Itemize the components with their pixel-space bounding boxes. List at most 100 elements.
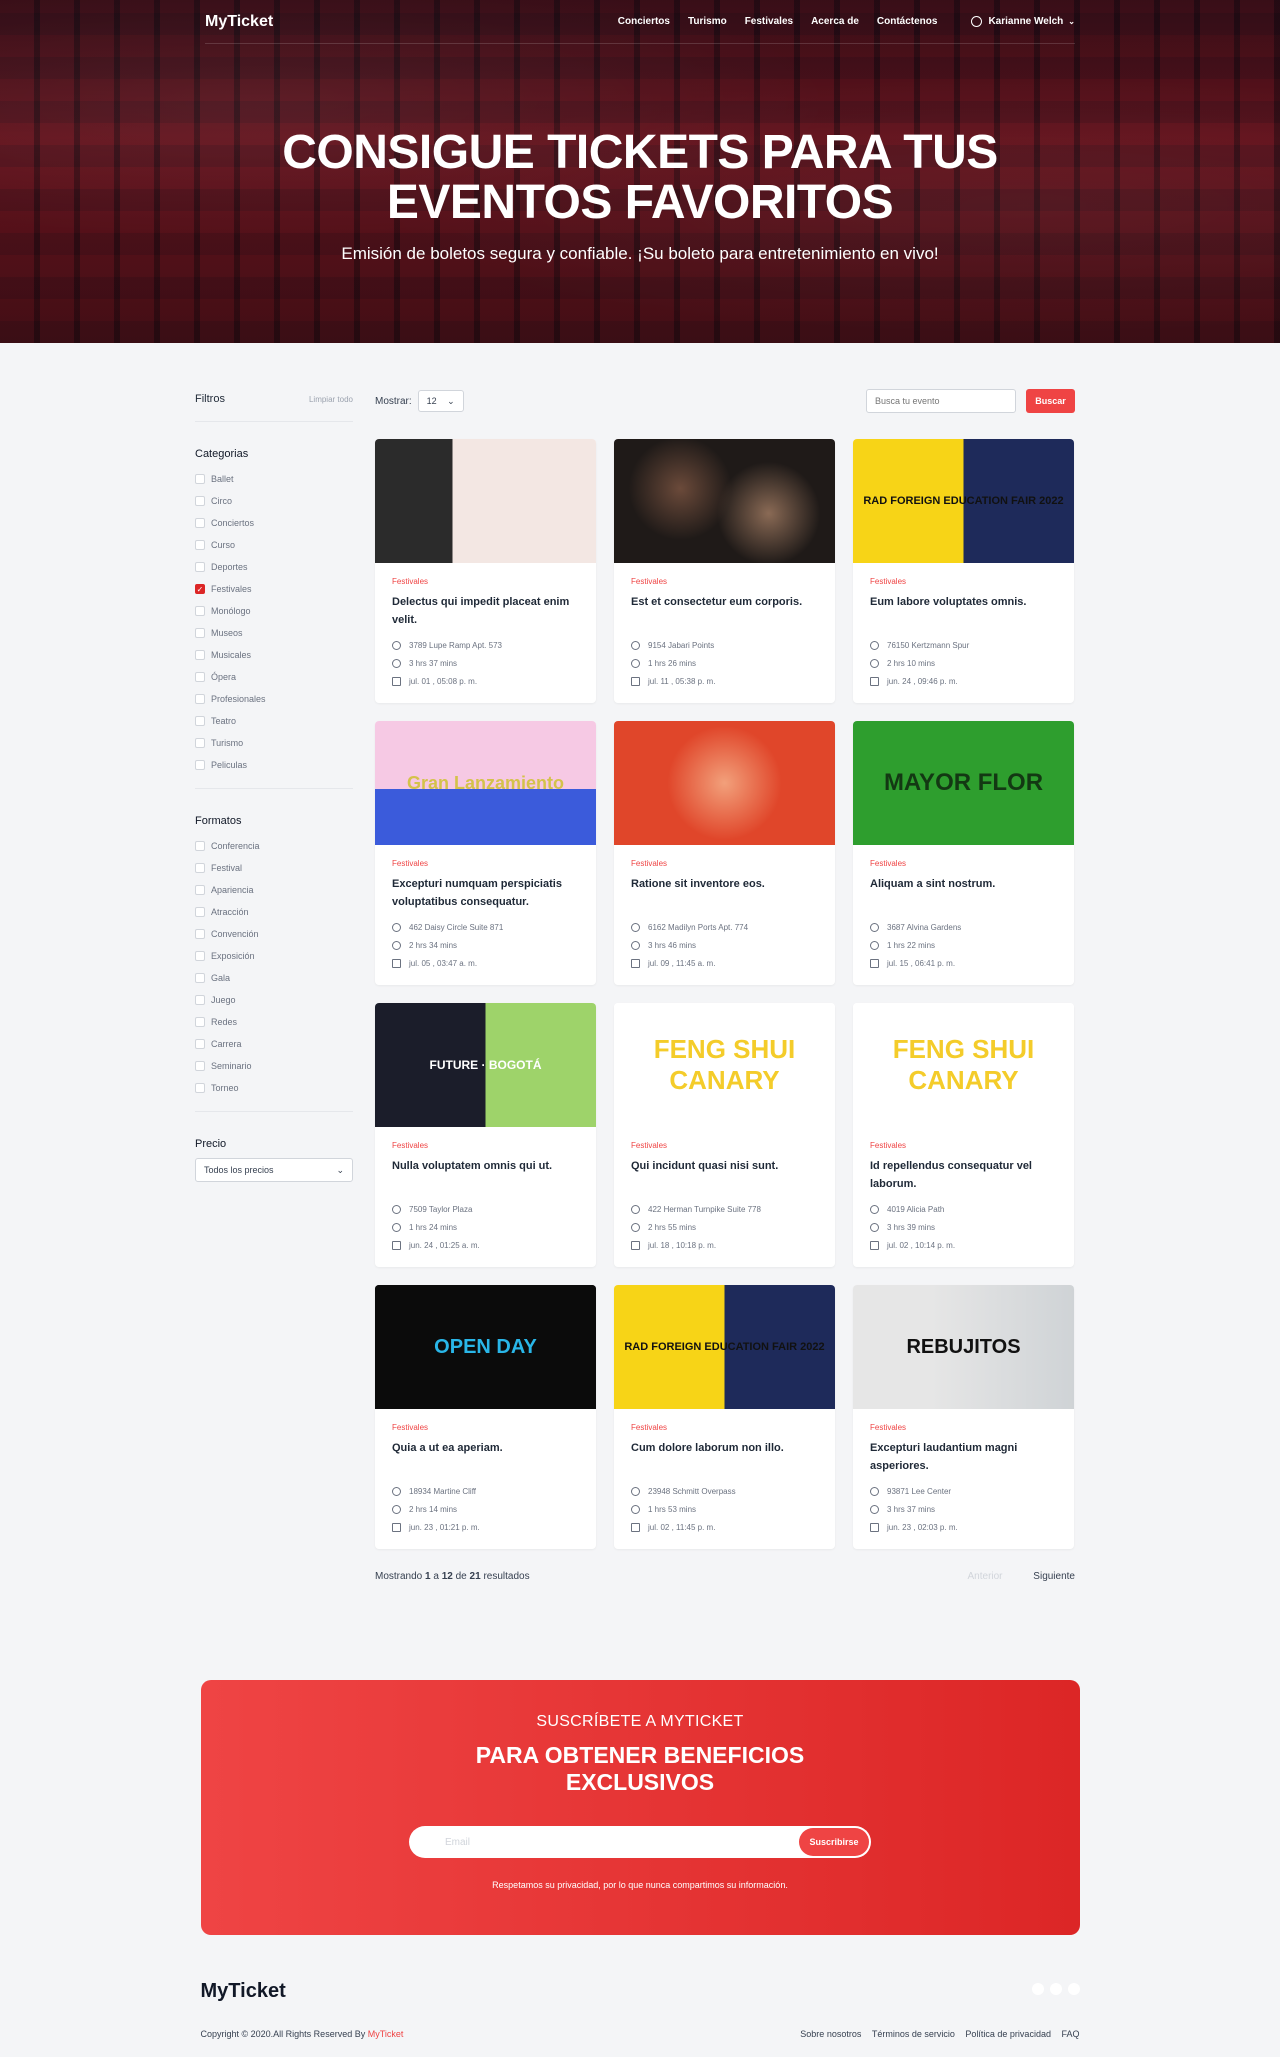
event-card[interactable]: RAD FOREIGN EDUCATION FAIR 2022 Festivale… [853, 439, 1074, 703]
event-title[interactable]: Cum dolore laborum non illo. [631, 1439, 818, 1477]
event-card[interactable]: RAD FOREIGN EDUCATION FAIR 2022 Festivale… [614, 1285, 835, 1549]
event-image[interactable]: Gran Lanzamiento [375, 721, 596, 845]
nav-link-acerca[interactable]: Acerca de [811, 16, 859, 27]
category-checkbox[interactable]: Circo [195, 490, 353, 512]
event-card[interactable]: Festivales Delectus qui impedit placeat e… [375, 439, 596, 703]
site-logo[interactable]: MyTicket [205, 13, 273, 31]
category-checkbox[interactable]: ✓ Festivales [195, 578, 353, 600]
event-title[interactable]: Aliquam a sint nostrum. [870, 875, 1057, 913]
category-checkbox[interactable]: Deportes [195, 556, 353, 578]
search-input[interactable] [866, 389, 1016, 413]
event-image[interactable]: FENG SHUI CANARY [614, 1003, 835, 1127]
event-title[interactable]: Nulla voluptatem omnis qui ut. [392, 1157, 579, 1195]
footer-logo[interactable]: MyTicket [201, 1980, 286, 2003]
event-card[interactable]: Festivales Ratione sit inventore eos. 6162… [614, 721, 835, 985]
subscribe-button[interactable]: Suscribirse [799, 1828, 869, 1856]
format-checkbox[interactable]: Convención [195, 923, 353, 945]
social-icon[interactable] [1049, 1983, 1062, 1995]
format-checkbox[interactable]: Atracción [195, 901, 353, 923]
social-icon[interactable] [1067, 1983, 1080, 1995]
event-image[interactable] [614, 721, 835, 845]
nav-link-festivales[interactable]: Festivales [745, 16, 793, 27]
event-duration: 1 hrs 22 mins [887, 940, 936, 950]
clock-icon [870, 658, 879, 668]
event-card[interactable]: REBUJITOS Festivales Excepturi laudantium … [853, 1285, 1074, 1549]
event-title[interactable]: Eum labore voluptates omnis. [870, 593, 1057, 631]
event-card[interactable]: FENG SHUI CANARY Festivales Id repellendus… [853, 1003, 1074, 1267]
show-count-select[interactable]: 12 ⌄ [417, 390, 464, 412]
next-page-button[interactable]: Siguiente [1033, 1571, 1075, 1582]
category-checkbox[interactable]: Museos [195, 622, 353, 644]
event-title[interactable]: Quia a ut ea aperiam. [392, 1439, 579, 1477]
event-card[interactable]: Festivales Est et consectetur eum corpori… [614, 439, 835, 703]
footer-link-about[interactable]: Sobre nosotros [800, 2029, 861, 2039]
event-card[interactable]: MAYOR FLOR Festivales Aliquam a sint nostr… [853, 721, 1074, 985]
event-title[interactable]: Ratione sit inventore eos. [631, 875, 818, 913]
user-menu[interactable]: Karianne Welch ⌄ [971, 16, 1075, 27]
format-checkbox[interactable]: Juego [195, 989, 353, 1011]
format-label: Seminario [211, 1061, 252, 1071]
category-checkbox[interactable]: Conciertos [195, 512, 353, 534]
category-checkbox[interactable]: Ballet [195, 468, 353, 490]
price-title: Precio [195, 1138, 227, 1150]
category-checkbox[interactable]: Musicales [195, 644, 353, 666]
event-card[interactable]: OPEN DAY Festivales Quia a ut ea aperiam. 1… [375, 1285, 596, 1549]
event-card[interactable]: FENG SHUI CANARY Festivales Qui incidunt q… [614, 1003, 835, 1267]
clear-filters-link[interactable]: Limpiar todo [309, 395, 353, 404]
event-title[interactable]: Est et consectetur eum corporis. [631, 593, 818, 631]
event-title[interactable]: Delectus qui impedit placeat enim velit. [392, 593, 579, 631]
category-checkbox[interactable]: Profesionales [195, 688, 353, 710]
event-duration-row: 3 hrs 37 mins [870, 1500, 1057, 1518]
category-checkbox[interactable]: Teatro [195, 710, 353, 732]
format-checkbox[interactable]: Conferencia [195, 835, 353, 857]
format-checkbox[interactable]: Seminario [195, 1055, 353, 1077]
event-image[interactable] [375, 439, 596, 563]
format-checkbox[interactable]: Exposición [195, 945, 353, 967]
checkbox-icon [195, 973, 205, 983]
format-checkbox[interactable]: Redes [195, 1011, 353, 1033]
event-image[interactable]: MAYOR FLOR [853, 721, 1074, 845]
event-title[interactable]: Excepturi laudantium magni asperiores. [870, 1439, 1057, 1477]
footer-link-privacy[interactable]: Política de privacidad [965, 2029, 1051, 2039]
nav-link-conciertos[interactable]: Conciertos [618, 16, 670, 27]
format-checkbox[interactable]: Apariencia [195, 879, 353, 901]
event-image[interactable]: RAD FOREIGN EDUCATION FAIR 2022 [614, 1285, 835, 1409]
format-checkbox[interactable]: Festival [195, 857, 353, 879]
event-title[interactable]: Qui incidunt quasi nisi sunt. [631, 1157, 818, 1195]
category-checkbox[interactable]: Turismo [195, 732, 353, 754]
event-image[interactable]: FENG SHUI CANARY [853, 1003, 1074, 1127]
event-card[interactable]: Gran Lanzamiento Festivales Excepturi numq… [375, 721, 596, 985]
category-checkbox[interactable]: Ópera [195, 666, 353, 688]
email-field[interactable]: Email [445, 1837, 470, 1848]
location-pin-icon [392, 1486, 401, 1496]
format-checkbox[interactable]: Carrera [195, 1033, 353, 1055]
event-image[interactable]: RAD FOREIGN EDUCATION FAIR 2022 [853, 439, 1074, 563]
category-checkbox[interactable]: Curso [195, 534, 353, 556]
prev-page-button[interactable]: Anterior [968, 1571, 1003, 1582]
event-image[interactable] [614, 439, 835, 563]
event-title[interactable]: Id repellendus consequatur vel laborum. [870, 1157, 1057, 1195]
event-title[interactable]: Excepturi numquam perspiciatis voluptati… [392, 875, 579, 913]
social-icon[interactable] [1031, 1983, 1044, 1995]
event-category: Festivales [870, 1423, 907, 1432]
footer-link-faq[interactable]: FAQ [1061, 2029, 1079, 2039]
nav-link-contactenos[interactable]: Contáctenos [877, 16, 938, 27]
event-card[interactable]: FUTURE · BOGOTÁ Festivales Nulla voluptate… [375, 1003, 596, 1267]
event-image[interactable]: FUTURE · BOGOTÁ [375, 1003, 596, 1127]
format-checkbox[interactable]: Gala [195, 967, 353, 989]
search-button[interactable]: Buscar [1026, 389, 1075, 413]
nav-links: Conciertos Turismo Festivales Acerca de … [600, 16, 1075, 27]
category-checkbox[interactable]: Peliculas [195, 754, 353, 776]
copyright-brand-link[interactable]: MyTicket [368, 2029, 404, 2039]
event-duration-row: 3 hrs 39 mins [870, 1218, 1057, 1236]
category-checkbox[interactable]: Monólogo [195, 600, 353, 622]
calendar-icon [870, 1522, 879, 1532]
format-checkbox[interactable]: Torneo [195, 1077, 353, 1099]
event-image-text: FENG SHUI CANARY [653, 1034, 796, 1095]
footer-link-terms[interactable]: Términos de servicio [872, 2029, 955, 2039]
event-image[interactable]: OPEN DAY [375, 1285, 596, 1409]
calendar-icon [392, 676, 401, 686]
nav-link-turismo[interactable]: Turismo [688, 16, 727, 27]
price-select[interactable]: Todos los precios ⌄ [195, 1158, 353, 1182]
event-image[interactable]: REBUJITOS [853, 1285, 1074, 1409]
